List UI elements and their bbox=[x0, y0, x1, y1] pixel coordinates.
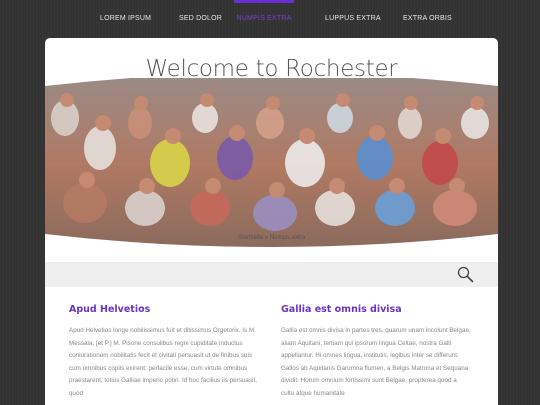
top-navigation: LOREM IPSUM SED DOLOR NUMPIS EXTRA LUPPU… bbox=[0, 0, 540, 38]
nav-item-sed-dolor[interactable]: SED DOLOR bbox=[179, 0, 222, 38]
breadcrumb-separator: » bbox=[263, 235, 270, 241]
hero-image bbox=[45, 78, 498, 247]
breadcrumb: Startseite » Numpis extra bbox=[45, 235, 498, 241]
content-column-left: Apud Helvetios Apud Helvetios longe nobi… bbox=[69, 304, 259, 401]
breadcrumb-home[interactable]: Startseite bbox=[238, 235, 263, 241]
search-icon[interactable] bbox=[457, 266, 474, 283]
nav-item-luppus-extra[interactable]: LUPPUS EXTRA bbox=[325, 0, 381, 38]
column-text: Gallia est omnis divisa in partes tres, … bbox=[281, 327, 471, 397]
nav-item-numpis-extra[interactable]: NUMPIS EXTRA bbox=[234, 0, 294, 38]
column-text: Apud Helvetios longe nobilissimus fuit e… bbox=[69, 327, 257, 397]
breadcrumb-current: Numpis extra bbox=[269, 235, 306, 241]
column-heading: Gallia est omnis divisa bbox=[281, 304, 402, 315]
nav-item-extra-orbis[interactable]: EXTRA ORBIS bbox=[403, 0, 452, 38]
column-heading: Apud Helvetios bbox=[69, 304, 151, 315]
search-bar bbox=[45, 262, 498, 287]
content-column-right: Gallia est omnis divisa Gallia est omnis… bbox=[281, 304, 471, 401]
nav-item-lorem-ipsum[interactable]: LOREM IPSUM bbox=[100, 0, 151, 38]
content-card: Welcome to Rochester Startseite » Numpis… bbox=[45, 38, 498, 405]
